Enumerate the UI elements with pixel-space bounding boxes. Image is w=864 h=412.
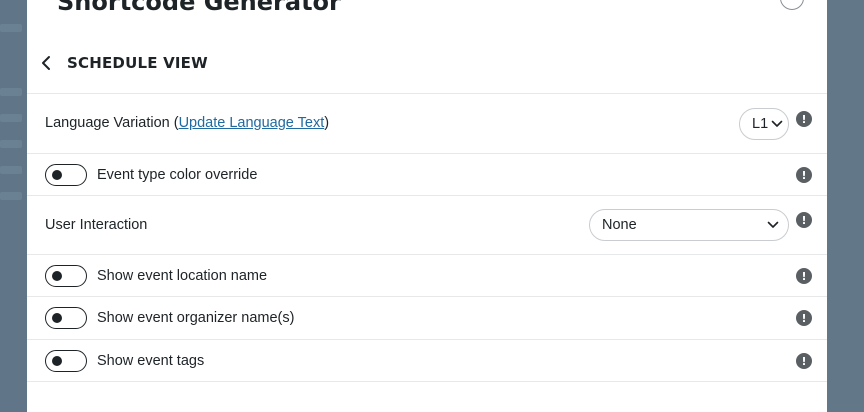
event-tags-toggle[interactable] [45,350,87,372]
info-icon[interactable]: ! [796,111,812,127]
user-interaction-row: User Interaction None ! [27,196,827,255]
toggle-knob [52,270,62,281]
info-icon[interactable]: ! [796,212,812,228]
info-icon[interactable]: ! [796,353,812,369]
update-language-text-link[interactable]: Update Language Text [179,115,325,131]
event-type-color-row: Event type color override ! [27,154,827,196]
section-header: SCHEDULE VIEW [27,38,827,94]
event-tags-row: Show event tags ! [27,340,827,382]
chevron-down-icon [766,218,780,232]
backdrop-text [0,24,22,32]
backdrop-text [0,88,22,96]
language-variation-label: Language Variation (Update Language Text… [45,115,329,131]
toggle-knob [52,355,62,366]
organizer-names-row: Show event organizer name(s) ! [27,297,827,340]
backdrop-text [0,114,22,122]
modal-title: Shortcode Generator [57,0,341,16]
organizer-names-label: Show event organizer name(s) [97,310,295,326]
backdrop-text [0,166,22,174]
location-name-toggle[interactable] [45,265,87,287]
location-name-label: Show event location name [97,268,268,284]
shortcode-generator-modal: Shortcode Generator SCHEDULE VIEW Langua… [27,0,827,412]
user-interaction-select[interactable]: None [589,209,789,241]
info-icon[interactable]: ! [796,167,812,183]
backdrop-text [0,140,22,148]
backdrop-text [0,192,22,200]
section-title: SCHEDULE VIEW [67,54,208,72]
event-tags-label: Show event tags [97,353,205,369]
location-name-row: Show event location name ! [27,255,827,297]
organizer-names-toggle[interactable] [45,307,87,329]
info-icon[interactable]: ! [796,310,812,326]
user-interaction-value: None [602,217,637,233]
language-variation-value: L1 [752,116,769,132]
user-interaction-label: User Interaction [45,217,148,233]
backdrop-strip [827,0,864,412]
close-button[interactable] [780,0,804,10]
info-icon[interactable]: ! [796,268,812,284]
chevron-left-icon[interactable] [39,54,53,72]
event-type-color-label: Event type color override [97,167,258,183]
chevron-down-icon [770,117,784,131]
language-variation-row: Language Variation (Update Language Text… [27,94,827,154]
language-label-prefix: Language Variation ( [45,115,179,131]
event-type-color-toggle[interactable] [45,164,87,186]
language-label-suffix: ) [324,115,330,131]
toggle-knob [52,312,62,323]
toggle-knob [52,169,62,180]
language-variation-select[interactable]: L1 [739,108,789,140]
